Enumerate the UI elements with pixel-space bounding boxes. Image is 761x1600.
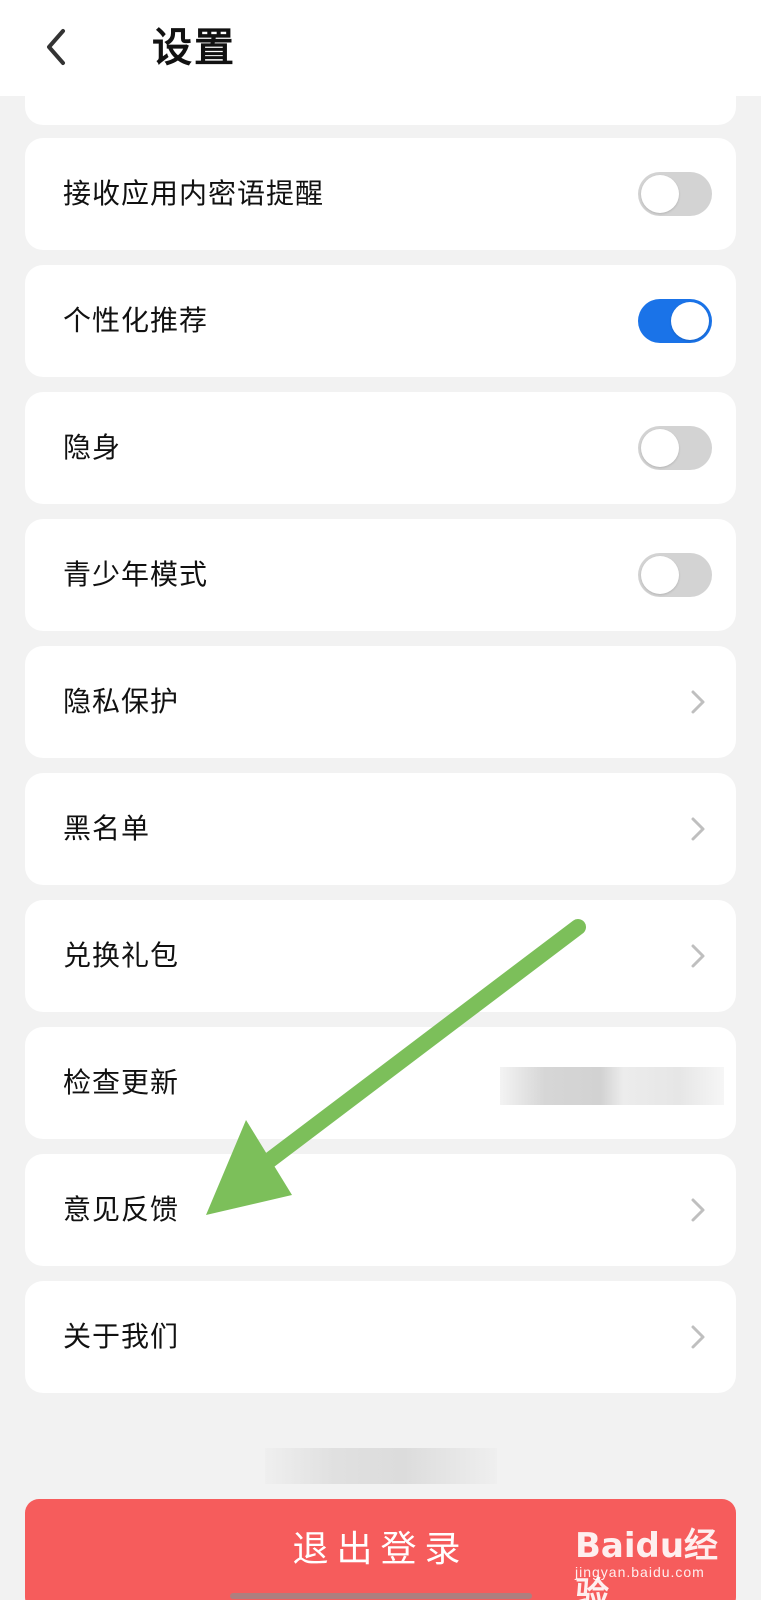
setting-row-secret-message-alert[interactable]: 接收应用内密语提醒 (25, 138, 736, 250)
setting-row-blacklist[interactable]: 黑名单 (25, 773, 736, 885)
setting-label: 兑换礼包 (63, 940, 180, 971)
watermark-url: jingyan.baidu.com (575, 1564, 705, 1580)
chevron-right-icon (691, 690, 705, 714)
teen-mode-toggle[interactable] (638, 553, 712, 597)
setting-row-personalized-recommendation[interactable]: 个性化推荐 (25, 265, 736, 377)
watermark-brand: Baidu经验 (575, 1526, 719, 1600)
settings-list: 接收应用内密语提醒 个性化推荐 隐身 青少年模式 隐私保护 黑名单 兑换礼包 检… (25, 138, 736, 1408)
chevron-right-icon (691, 817, 705, 841)
setting-label: 检查更新 (63, 1067, 180, 1098)
setting-label: 黑名单 (63, 813, 151, 844)
setting-row-redeem-gift[interactable]: 兑换礼包 (25, 900, 736, 1012)
toggle-knob (671, 302, 709, 340)
back-button[interactable] (34, 22, 78, 72)
toggle-knob (641, 429, 679, 467)
toggle-knob (641, 175, 679, 213)
chevron-right-icon (691, 1198, 705, 1222)
chevron-left-icon (47, 29, 65, 65)
setting-row-privacy-protection[interactable]: 隐私保护 (25, 646, 736, 758)
setting-row-invisible[interactable]: 隐身 (25, 392, 736, 504)
setting-label: 青少年模式 (63, 559, 209, 590)
redacted-version-info (500, 1067, 724, 1105)
setting-row-about-us[interactable]: 关于我们 (25, 1281, 736, 1393)
setting-label: 隐身 (63, 432, 122, 463)
page-title: 设置 (152, 26, 236, 70)
secret-message-alert-toggle[interactable] (638, 172, 712, 216)
settings-screen: 设置 接收应用内密语提醒 个性化推荐 隐身 青少年模式 隐私保护 黑名单 兑换礼… (0, 0, 761, 1600)
redacted-footer-info (265, 1448, 497, 1484)
setting-label: 意见反馈 (63, 1194, 180, 1225)
chevron-right-icon (691, 944, 705, 968)
personalized-recommendation-toggle[interactable] (638, 299, 712, 343)
setting-row-feedback[interactable]: 意见反馈 (25, 1154, 736, 1266)
top-bar: 设置 (0, 0, 761, 96)
setting-label: 接收应用内密语提醒 (63, 178, 325, 209)
setting-row-teen-mode[interactable]: 青少年模式 (25, 519, 736, 631)
invisible-toggle[interactable] (638, 426, 712, 470)
setting-label: 隐私保护 (63, 686, 180, 717)
toggle-knob (641, 556, 679, 594)
home-indicator (230, 1593, 532, 1599)
setting-row-check-update[interactable]: 检查更新 (25, 1027, 736, 1139)
chevron-right-icon (691, 1325, 705, 1349)
setting-label: 关于我们 (63, 1321, 180, 1352)
baidu-jingyan-watermark: Baidu经验 jingyan.baidu.com (575, 1518, 725, 1600)
setting-label: 个性化推荐 (63, 305, 209, 336)
